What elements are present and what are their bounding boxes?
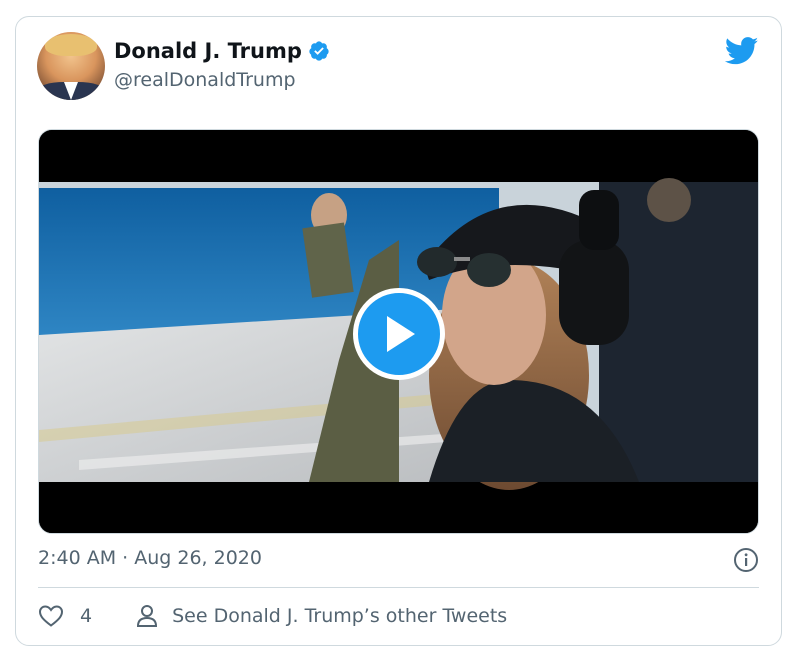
divider xyxy=(38,587,759,588)
author-handle[interactable]: @realDonaldTrump xyxy=(114,69,296,91)
twitter-bird-icon[interactable] xyxy=(725,37,759,65)
verified-badge-icon xyxy=(309,41,329,61)
tweet-timestamp[interactable]: 2:40 AM · Aug 26, 2020 xyxy=(38,547,262,569)
play-icon xyxy=(387,316,415,352)
author-name-row: Donald J. Trump xyxy=(114,39,330,63)
author-display-name[interactable]: Donald J. Trump xyxy=(114,39,302,63)
tweet-card: Donald J. Trump @realDonaldTrump 2:40 AM… xyxy=(15,16,782,646)
video-player[interactable] xyxy=(38,129,759,534)
avatar-hair xyxy=(45,34,97,56)
person-icon xyxy=(137,605,158,627)
tweet-actions: 4 See Donald J. Trump’s other Tweets xyxy=(38,604,507,628)
other-tweets-link[interactable]: See Donald J. Trump’s other Tweets xyxy=(172,605,507,627)
heart-icon[interactable] xyxy=(38,604,64,628)
play-button[interactable] xyxy=(353,288,445,380)
avatar[interactable] xyxy=(37,32,105,100)
like-count: 4 xyxy=(80,605,93,627)
info-icon[interactable] xyxy=(733,547,759,573)
